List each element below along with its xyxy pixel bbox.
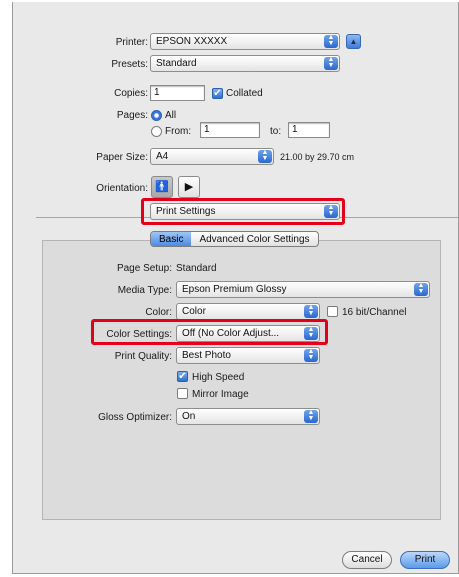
high-speed-checkbox[interactable]: ✔ [177, 371, 188, 382]
presets-popup[interactable]: Standard ▲ ▼ [150, 55, 340, 72]
sixteen-bit-label: 16 bit/Channel [342, 307, 407, 318]
cancel-button[interactable]: Cancel [342, 551, 392, 569]
print-quality-label: Print Quality: [114, 351, 172, 362]
print-quality-value: Best Photo [182, 350, 231, 361]
high-speed-label: High Speed [192, 372, 245, 383]
print-quality-popup[interactable]: Best Photo ▲ ▼ [176, 347, 320, 364]
popup-arrows-icon: ▲ ▼ [414, 282, 428, 296]
media-type-popup[interactable]: Epson Premium Glossy ▲ ▼ [176, 281, 430, 298]
mirror-image-label: Mirror Image [192, 389, 249, 400]
collated-label: Collated [226, 88, 263, 99]
popup-arrows-icon: ▲ ▼ [304, 304, 318, 318]
settings-tabs: Basic Advanced Color Settings [150, 231, 319, 247]
paper-dimensions: 21.00 by 29.70 cm [280, 152, 355, 162]
copies-input[interactable]: 1 [150, 85, 205, 101]
popup-arrows-icon: ▲ ▼ [258, 149, 272, 163]
media-type-label: Media Type: [117, 285, 172, 296]
landscape-orientation-button[interactable]: ▶ [178, 176, 200, 198]
tab-basic[interactable]: Basic [151, 232, 192, 246]
printer-label: Printer: [115, 37, 148, 48]
printer-popup[interactable]: EPSON XXXXX ▲ ▼ [150, 33, 340, 50]
color-popup[interactable]: Color ▲ ▼ [176, 303, 320, 320]
pages-to-label: to: [270, 126, 282, 137]
pages-all-label: All [165, 110, 177, 121]
pages-all-radio[interactable] [151, 110, 162, 121]
pages-to-input[interactable]: 1 [288, 122, 330, 138]
media-type-value: Epson Premium Glossy [182, 284, 287, 295]
portrait-orientation-icon: 🚹 [155, 181, 169, 193]
gloss-optimizer-label: Gloss Optimizer: [98, 412, 172, 423]
collated-checkbox[interactable]: ✔ [212, 88, 223, 99]
print-settings-highlight [141, 198, 345, 225]
gloss-optimizer-value: On [182, 411, 196, 422]
pages-from-radio[interactable] [151, 126, 162, 137]
sixteen-bit-checkbox[interactable] [327, 306, 338, 317]
paper-size-value: A4 [156, 151, 169, 162]
landscape-orientation-icon: ▶ [184, 181, 194, 193]
triangle-up-icon: ▲ [349, 37, 358, 46]
printer-value: EPSON XXXXX [156, 36, 228, 47]
tab-advanced-color-settings[interactable]: Advanced Color Settings [191, 232, 317, 246]
paper-size-label: Paper Size: [96, 152, 148, 163]
orientation-label: Orientation: [96, 183, 148, 194]
color-settings-highlight [91, 319, 328, 345]
page-setup-value: Standard [176, 263, 217, 274]
color-value: Color [182, 306, 206, 317]
pages-label: Pages: [116, 110, 148, 121]
print-button[interactable]: Print [400, 551, 450, 569]
collapse-details-button[interactable]: ▲ [346, 34, 361, 49]
popup-arrows-icon: ▲ ▼ [324, 34, 338, 48]
color-label: Color: [145, 307, 172, 318]
popup-arrows-icon: ▲ ▼ [304, 348, 318, 362]
page-setup-label: Page Setup: [116, 263, 172, 274]
pages-from-label: From: [165, 126, 192, 137]
paper-size-popup[interactable]: A4 ▲ ▼ [150, 148, 274, 165]
popup-arrows-icon: ▲ ▼ [324, 56, 338, 70]
mirror-image-checkbox[interactable] [177, 388, 188, 399]
copies-label: Copies: [114, 88, 148, 99]
gloss-optimizer-popup[interactable]: On ▲ ▼ [176, 408, 320, 425]
presets-value: Standard [156, 58, 197, 69]
popup-arrows-icon: ▲ ▼ [304, 409, 318, 423]
portrait-orientation-button[interactable]: 🚹 [151, 176, 173, 198]
pages-from-input[interactable]: 1 [200, 122, 260, 138]
presets-label: Presets: [111, 59, 148, 70]
